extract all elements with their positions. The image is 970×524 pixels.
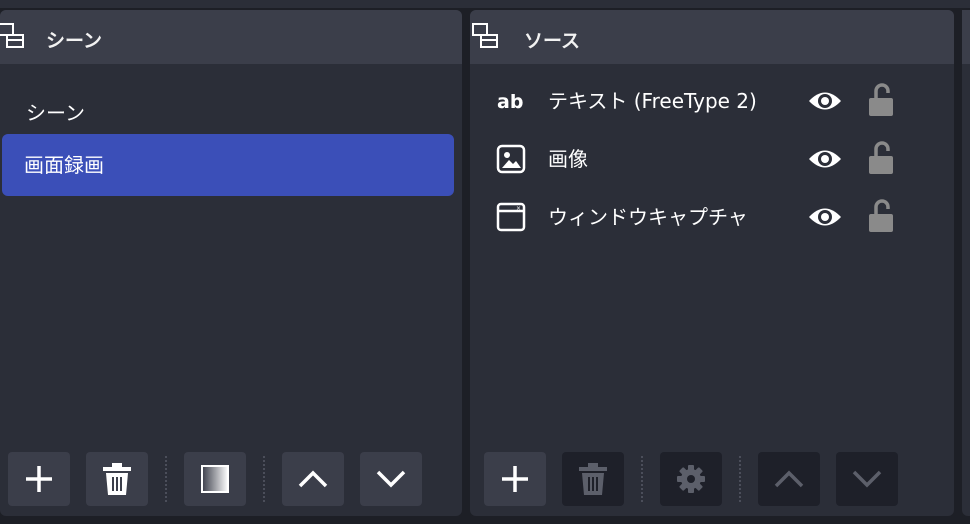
move-scene-up-button[interactable] xyxy=(282,452,344,506)
toolbar-separator xyxy=(739,456,741,502)
trash-icon xyxy=(103,463,131,495)
chevron-up-icon xyxy=(774,470,804,488)
svg-text:×: × xyxy=(516,205,521,212)
chevron-up-icon xyxy=(298,470,328,488)
chevron-down-icon xyxy=(376,470,406,488)
sources-dock: ソース ab テキスト (FreeType 2) 画像 × ウィンドウキャプチャ xyxy=(470,10,954,516)
scenes-dock: シーン シーン 画面録画 xyxy=(0,10,462,516)
add-source-button[interactable] xyxy=(484,452,546,506)
scenes-dock-title: シーン xyxy=(46,30,103,52)
remove-scene-button[interactable] xyxy=(86,452,148,506)
unlock-icon[interactable] xyxy=(867,199,895,233)
scene-item-2[interactable]: 画面録画 xyxy=(2,134,454,196)
add-scene-button[interactable] xyxy=(8,452,70,506)
scene-item-label: 画面録画 xyxy=(24,153,104,177)
text-source-icon: ab xyxy=(497,91,523,113)
add-icon xyxy=(502,466,528,492)
scene-item-label: シーン xyxy=(26,101,85,125)
remove-source-button[interactable] xyxy=(562,452,624,506)
transition-filter-icon xyxy=(201,465,229,493)
sources-dock-title: ソース xyxy=(524,30,581,52)
scene-filters-button[interactable] xyxy=(184,452,246,506)
add-icon xyxy=(26,466,52,492)
eye-icon[interactable] xyxy=(808,202,842,232)
toolbar-separator xyxy=(165,456,167,502)
move-source-up-button[interactable] xyxy=(758,452,820,506)
unlock-icon[interactable] xyxy=(867,141,895,175)
gear-icon xyxy=(677,465,705,493)
source-properties-button[interactable] xyxy=(660,452,722,506)
toolbar-separator xyxy=(641,456,643,502)
top-strip xyxy=(0,0,970,8)
source-item-3[interactable]: × ウィンドウキャプチャ xyxy=(470,188,950,246)
unlock-icon[interactable] xyxy=(867,83,895,117)
scenes-dock-icon xyxy=(0,23,24,48)
move-source-down-button[interactable] xyxy=(836,452,898,506)
source-item-label: 画像 xyxy=(548,147,588,171)
sources-dock-icon xyxy=(472,23,498,48)
source-item-label: テキスト (FreeType 2) xyxy=(548,89,757,113)
chevron-down-icon xyxy=(852,470,882,488)
image-source-icon xyxy=(496,144,526,174)
trash-icon xyxy=(579,463,607,495)
eye-icon[interactable] xyxy=(808,86,842,116)
window-capture-icon: × xyxy=(496,202,526,232)
next-dock-header xyxy=(962,10,970,64)
scenes-dock-header: シーン xyxy=(0,10,462,64)
move-scene-down-button[interactable] xyxy=(360,452,422,506)
source-item-label: ウィンドウキャプチャ xyxy=(548,205,748,229)
toolbar-separator xyxy=(263,456,265,502)
sources-dock-header: ソース xyxy=(470,10,954,64)
svg-text:ab: ab xyxy=(497,91,523,113)
source-item-1[interactable]: ab テキスト (FreeType 2) xyxy=(470,72,950,130)
source-item-2[interactable]: 画像 xyxy=(470,130,950,188)
eye-icon[interactable] xyxy=(808,144,842,174)
next-dock-edge xyxy=(962,10,970,516)
